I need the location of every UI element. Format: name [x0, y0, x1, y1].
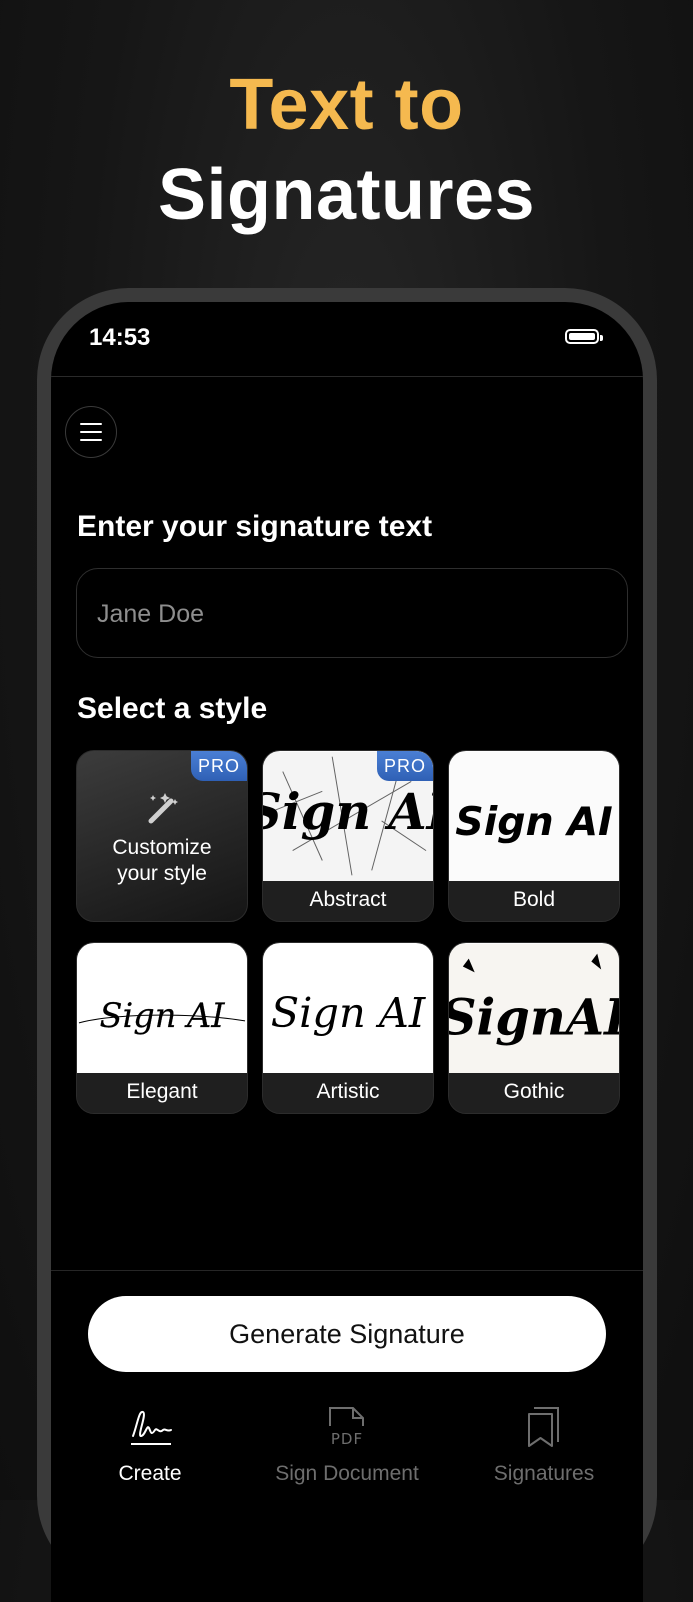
signature-text-title: Enter your signature text	[77, 510, 433, 543]
svg-text:Sign AI: Sign AI	[271, 988, 427, 1037]
bottom-divider	[51, 1270, 643, 1271]
customize-style-label: Customize your style	[112, 836, 212, 885]
status-time: 14:53	[89, 324, 151, 351]
hamburger-icon	[80, 423, 102, 425]
headline-line-2: Signatures	[157, 155, 536, 235]
tab-create-label: Create	[118, 1462, 182, 1485]
tab-signatures-label: Signatures	[493, 1462, 595, 1485]
style-card-gothic[interactable]: SignAI Gothic	[448, 942, 620, 1114]
style-card-bold[interactable]: Sign AI Bold	[448, 750, 620, 922]
headline-line-1: Text to	[229, 65, 464, 145]
app-screen: 14:53 Enter your signature text Select a…	[51, 302, 643, 1602]
style-label-elegant: Elegant	[77, 1073, 247, 1113]
svg-text:Sign AI: Sign AI	[455, 799, 612, 845]
pro-badge: PRO	[377, 751, 433, 781]
signature-input[interactable]	[95, 569, 609, 659]
style-card-abstract[interactable]: Sign AI PRO Abstract	[262, 750, 434, 922]
style-label-abstract: Abstract	[263, 881, 433, 921]
status-divider	[51, 376, 643, 377]
bookmark-stack-icon	[528, 1407, 559, 1447]
svg-text:Sign AI: Sign AI	[99, 996, 225, 1035]
magic-wand-icon	[148, 793, 178, 824]
elegant-preview: Sign AI	[77, 943, 247, 1075]
tab-sign-document[interactable]: PDF Sign Document	[257, 1402, 437, 1486]
signature-icon	[131, 1410, 172, 1445]
signature-input-box[interactable]	[76, 568, 628, 659]
svg-text:PDF: PDF	[331, 1430, 363, 1448]
gothic-preview: SignAI	[449, 943, 619, 1075]
generate-signature-button[interactable]: Generate Signature	[88, 1296, 606, 1372]
style-label-bold: Bold	[449, 881, 619, 921]
style-card-customize[interactable]: Customize your style PRO	[76, 750, 248, 922]
svg-text:SignAI: SignAI	[449, 989, 619, 1047]
artistic-preview: Sign AI	[263, 943, 433, 1075]
style-label-artistic: Artistic	[263, 1073, 433, 1113]
bold-preview: Sign AI	[449, 751, 619, 883]
style-label-gothic: Gothic	[449, 1073, 619, 1113]
tab-sign-document-label: Sign Document	[275, 1462, 419, 1485]
style-card-artistic[interactable]: Sign AI Artistic	[262, 942, 434, 1114]
battery-icon	[565, 329, 603, 344]
tab-signatures[interactable]: Signatures	[454, 1402, 634, 1486]
menu-button[interactable]	[65, 406, 117, 458]
pdf-document-icon: PDF	[329, 1407, 364, 1448]
pro-badge: PRO	[191, 751, 247, 781]
style-card-elegant[interactable]: Sign AI Elegant	[76, 942, 248, 1114]
style-title: Select a style	[77, 692, 268, 725]
svg-text:Sign AI: Sign AI	[263, 783, 433, 841]
tab-create[interactable]: Create	[60, 1402, 240, 1486]
